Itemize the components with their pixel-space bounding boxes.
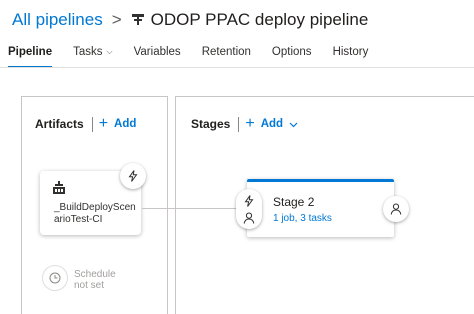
- schedule-button[interactable]: [42, 265, 68, 291]
- plus-icon: +: [98, 115, 109, 132]
- lightning-icon: [244, 194, 254, 207]
- tab-retention[interactable]: Retention: [202, 42, 251, 68]
- pre-deployment-approvals-button[interactable]: [242, 211, 256, 225]
- stage-card[interactable]: Stage 2 1 job, 3 tasks: [247, 179, 394, 237]
- stages-title: Stages: [191, 117, 231, 131]
- chevron-down-icon: ⌵: [106, 47, 113, 56]
- artifacts-header: Artifacts + Add: [35, 116, 136, 132]
- tab-tasks[interactable]: Tasks ⌵: [73, 42, 112, 68]
- add-artifact-label: Add: [114, 118, 137, 130]
- schedule-trigger[interactable]: Schedule not set: [42, 265, 116, 291]
- tab-pipeline[interactable]: Pipeline: [8, 42, 53, 68]
- breadcrumb-separator: >: [111, 10, 122, 29]
- add-artifact-button[interactable]: + Add: [99, 116, 137, 132]
- pre-deployment-trigger-button[interactable]: [242, 194, 256, 208]
- build-icon: [52, 181, 66, 195]
- pipeline-icon: [131, 13, 145, 27]
- schedule-state: not set: [74, 280, 105, 291]
- chevron-down-icon: [289, 122, 298, 127]
- tab-options-label: Options: [271, 46, 312, 58]
- add-stage-button[interactable]: + Add: [245, 116, 298, 132]
- header-divider: [238, 116, 240, 132]
- stages-panel: Stages + Add Stage 2 1 job, 3 tasks: [175, 96, 474, 314]
- artifacts-title: Artifacts: [35, 117, 84, 131]
- stage-name: Stage 2: [273, 195, 315, 209]
- schedule-status: Schedule not set: [74, 269, 116, 291]
- post-deployment-approvals-button[interactable]: [383, 196, 409, 222]
- tab-divider: [0, 67, 474, 68]
- lightning-icon: [128, 170, 138, 182]
- pipeline-connector: [142, 208, 246, 209]
- all-pipelines-link[interactable]: All pipelines: [12, 10, 103, 30]
- tab-variables-label: Variables: [133, 46, 181, 58]
- tab-variables[interactable]: Variables: [134, 42, 181, 68]
- clock-icon: [49, 272, 61, 284]
- tab-tasks-label: Tasks: [73, 46, 103, 58]
- schedule-label: Schedule: [74, 269, 116, 280]
- pre-deployment-conditions: [236, 189, 262, 229]
- stage-summary-link[interactable]: 1 job, 3 tasks: [273, 213, 332, 224]
- add-stage-label: Add: [260, 118, 284, 130]
- artifact-name: _BuildDeployScenarioTest-CI: [54, 202, 136, 225]
- continuous-deployment-trigger-button[interactable]: [120, 163, 146, 189]
- stages-header: Stages + Add: [191, 116, 298, 132]
- artifacts-panel: Artifacts + Add _BuildDeployScenarioTest…: [21, 96, 168, 314]
- header-divider: [91, 116, 93, 132]
- person-icon: [243, 212, 255, 224]
- person-icon: [390, 203, 402, 215]
- breadcrumb: All pipelines > ODOP PPAC deploy pipelin…: [12, 8, 368, 32]
- tab-bar: Pipeline Tasks ⌵ Variables Retention Opti…: [0, 42, 368, 68]
- tab-history-label: History: [332, 46, 369, 58]
- page-title: ODOP PPAC deploy pipeline: [150, 10, 369, 29]
- plus-icon: +: [245, 115, 255, 132]
- tab-options[interactable]: Options: [272, 42, 312, 68]
- tab-retention-label: Retention: [201, 46, 251, 58]
- tab-history[interactable]: History: [333, 42, 369, 68]
- tab-pipeline-label: Pipeline: [8, 46, 53, 58]
